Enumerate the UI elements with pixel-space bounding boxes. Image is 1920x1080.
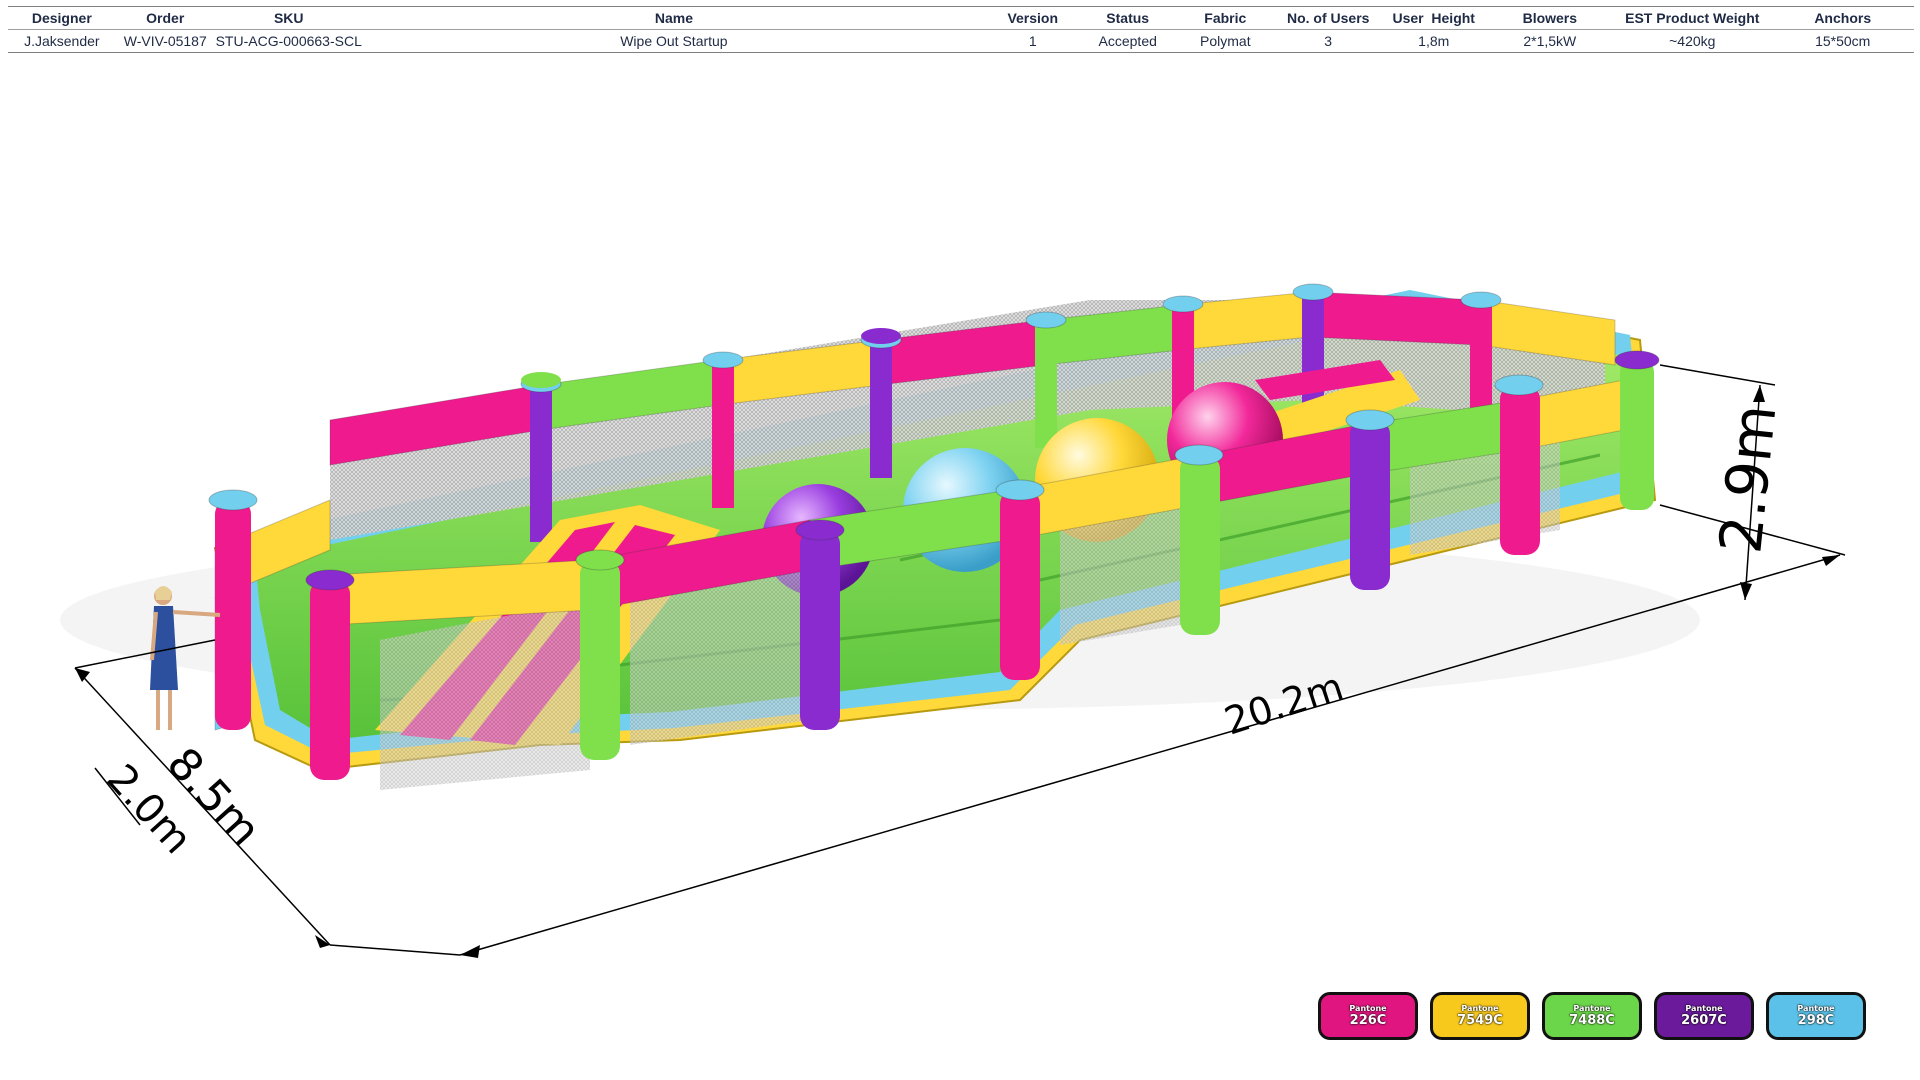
- cell-sku: STU-ACG-000663-SCL: [214, 29, 363, 53]
- pantone-swatches: Pantone 226C Pantone 7549C Pantone 7488C…: [1318, 992, 1866, 1040]
- swatch-label: Pantone: [1573, 1004, 1611, 1013]
- header-designer: Designer: [8, 6, 116, 30]
- cell-status: Accepted: [1080, 29, 1176, 53]
- swatch-7549c: Pantone 7549C: [1430, 992, 1530, 1040]
- header-anchors: Anchors: [1771, 6, 1914, 30]
- swatch-code: 2607C: [1681, 1013, 1727, 1028]
- cell-weight: ~420kg: [1613, 29, 1772, 53]
- header-name: Name: [362, 6, 986, 30]
- spec-data-row: J.Jaksender W-VIV-05187 STU-ACG-000663-S…: [8, 29, 1914, 53]
- cell-order: W-VIV-05187: [115, 29, 215, 53]
- header-fabric: Fabric: [1175, 6, 1276, 30]
- product-render: 20.2m 2.9m 8.5m 2.0m: [0, 60, 1920, 980]
- swatch-label: Pantone: [1797, 1004, 1835, 1013]
- header-user-height: User Height: [1380, 6, 1487, 30]
- swatch-298c: Pantone 298C: [1766, 992, 1866, 1040]
- cell-anchors: 15*50cm: [1771, 29, 1914, 53]
- header-sku: SKU: [214, 6, 363, 30]
- swatch-2607c: Pantone 2607C: [1654, 992, 1754, 1040]
- header-status: Status: [1080, 6, 1176, 30]
- swatch-7488c: Pantone 7488C: [1542, 992, 1642, 1040]
- cell-name: Wipe Out Startup: [362, 29, 986, 53]
- cell-designer: J.Jaksender: [8, 29, 116, 53]
- spec-table: Designer Order SKU Name Version Status F…: [8, 6, 1914, 53]
- swatch-code: 298C: [1797, 1013, 1835, 1028]
- header-blowers: Blowers: [1486, 6, 1614, 30]
- swatch-code: 7549C: [1457, 1013, 1503, 1028]
- swatch-226c: Pantone 226C: [1318, 992, 1418, 1040]
- swatch-label: Pantone: [1461, 1004, 1499, 1013]
- cell-user-height: 1,8m: [1380, 29, 1487, 53]
- header-users: No. of Users: [1275, 6, 1381, 30]
- swatch-code: 226C: [1349, 1013, 1387, 1028]
- swatch-label: Pantone: [1685, 1004, 1723, 1013]
- cell-users: 3: [1275, 29, 1381, 53]
- header-version: Version: [985, 6, 1081, 30]
- spec-header-row: Designer Order SKU Name Version Status F…: [8, 6, 1914, 30]
- inflatable-illustration: 20.2m 2.9m 8.5m 2.0m: [60, 283, 1846, 958]
- swatch-code: 7488C: [1569, 1013, 1615, 1028]
- cell-blowers: 2*1,5kW: [1486, 29, 1614, 53]
- header-weight: EST Product Weight: [1613, 6, 1772, 30]
- header-order: Order: [115, 6, 215, 30]
- cell-fabric: Polymat: [1175, 29, 1276, 53]
- dimension-height: 2.9m: [1706, 401, 1789, 556]
- swatch-label: Pantone: [1349, 1004, 1387, 1013]
- cell-version: 1: [985, 29, 1081, 53]
